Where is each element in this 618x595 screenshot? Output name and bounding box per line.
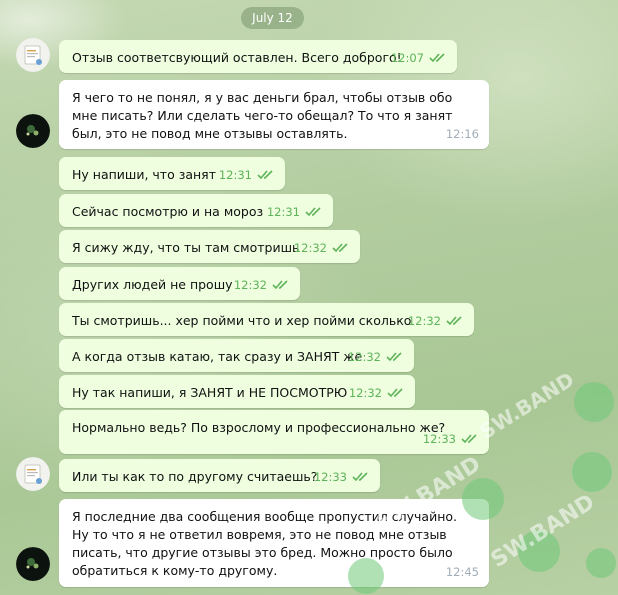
message-time: 12:31 — [266, 205, 300, 219]
message-meta: 12:32 — [294, 239, 350, 257]
message-text: Или ты как то по другому считаешь? — [72, 469, 318, 484]
message-text: Я чего то не понял, я у вас деньги брал,… — [72, 90, 453, 141]
message-bubble[interactable]: Ну напиши, что занят 12:31 — [59, 157, 285, 190]
message-bubble[interactable]: А когда отзыв катаю, так сразу и ЗАНЯТ ж… — [59, 339, 414, 372]
message-meta: 12:16 — [446, 125, 479, 143]
message-time: 12:45 — [445, 565, 479, 579]
read-check-icon — [387, 388, 405, 398]
message-bubble[interactable]: Я сижу жду, что ты там смотришь 12:32 — [59, 230, 360, 263]
message-bubble[interactable]: Или ты как то по другому считаешь? 12:33 — [59, 459, 380, 492]
message-text: Сейчас посмотрю и на мороз — [72, 204, 264, 219]
message-bubble[interactable]: Отзыв соответсвующий оставлен. Всего доб… — [59, 40, 457, 73]
read-check-icon — [461, 434, 479, 444]
message-meta: 12:07 — [391, 49, 447, 67]
message-text: Ну напиши, что занят — [72, 167, 216, 182]
message-meta: 12:33 — [314, 468, 370, 486]
read-check-icon — [332, 243, 350, 253]
watermark-logo — [586, 548, 616, 578]
message-time: 12:31 — [218, 168, 252, 182]
message-time: 12:32 — [348, 386, 382, 400]
contact-avatar[interactable] — [16, 547, 50, 581]
message-time: 12:07 — [390, 51, 424, 65]
message-text: Других людей не прошу — [72, 277, 233, 292]
read-check-icon — [272, 280, 290, 290]
message-time: 12:32 — [293, 241, 327, 255]
message-meta: 12:33 — [423, 430, 479, 448]
my-avatar[interactable] — [16, 38, 50, 72]
message-text: Отзыв соответсвующий оставлен. Всего доб… — [72, 50, 402, 65]
message-bubble[interactable]: Ну так напиши, я ЗАНЯТ и НЕ ПОСМОТРЮ 12:… — [59, 375, 415, 408]
watermark-text: SW.BAND — [475, 367, 579, 444]
message-meta: 12:31 — [219, 166, 275, 184]
message-text: Нормально ведь? По взрослому и профессио… — [72, 420, 446, 435]
message-time: 12:32 — [407, 314, 441, 328]
date-separator: July 12 — [241, 7, 304, 29]
message-text: Я сижу жду, что ты там смотришь — [72, 240, 300, 255]
message-meta: 12:32 — [408, 312, 464, 330]
read-check-icon — [352, 472, 370, 482]
read-check-icon — [305, 207, 323, 217]
message-time: 12:32 — [233, 278, 267, 292]
read-check-icon — [386, 352, 404, 362]
message-meta: 12:45 — [446, 563, 479, 581]
message-meta: 12:31 — [267, 203, 323, 221]
message-text: Я последние два сообщения вообще пропуст… — [72, 509, 458, 578]
my-avatar[interactable] — [16, 457, 50, 491]
message-bubble[interactable]: Я чего то не понял, я у вас деньги брал,… — [59, 80, 489, 149]
message-bubble[interactable]: Ты смотришь... хер пойми что и хер пойми… — [59, 303, 474, 336]
message-text: Ну так напиши, я ЗАНЯТ и НЕ ПОСМОТРЮ — [72, 385, 348, 400]
message-meta: 12:32 — [234, 276, 290, 294]
read-check-icon — [446, 316, 464, 326]
read-check-icon — [257, 170, 275, 180]
message-bubble[interactable]: Я последние два сообщения вообще пропуст… — [59, 499, 489, 587]
message-meta: 12:32 — [348, 348, 404, 366]
message-bubble[interactable]: Сейчас посмотрю и на мороз 12:31 — [59, 194, 333, 227]
message-time: 12:33 — [313, 470, 347, 484]
watermark-logo — [518, 530, 560, 572]
message-meta: 12:32 — [349, 384, 405, 402]
message-text: А когда отзыв катаю, так сразу и ЗАНЯТ ж… — [72, 349, 363, 364]
contact-avatar[interactable] — [16, 114, 50, 148]
watermark-logo — [574, 382, 614, 422]
message-text: Ты смотришь... хер пойми что и хер пойми… — [72, 313, 412, 328]
message-bubble[interactable]: Других людей не прошу 12:32 — [59, 267, 300, 300]
watermark-logo — [572, 452, 612, 492]
message-time: 12:33 — [422, 432, 456, 446]
message-bubble[interactable]: Нормально ведь? По взрослому и профессио… — [59, 410, 489, 454]
message-time: 12:32 — [347, 350, 381, 364]
read-check-icon — [429, 53, 447, 63]
watermark-text: SW.BAND — [486, 489, 600, 573]
message-time: 12:16 — [445, 127, 479, 141]
